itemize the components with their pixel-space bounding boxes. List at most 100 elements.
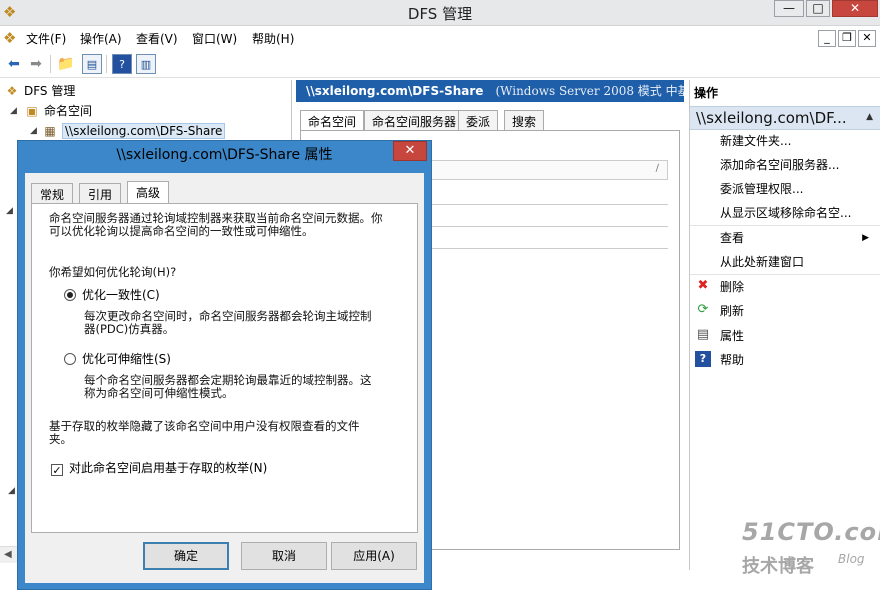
action-new-folder[interactable]: 新建文件夹... (690, 130, 880, 154)
tree-item-dfs-root[interactable]: ❖ DFS 管理 (4, 82, 76, 100)
tab-general[interactable]: 常规 (31, 183, 74, 203)
optimize-consistency-radio[interactable]: 优化一致性(C) (64, 287, 160, 303)
tab-search[interactable]: 搜索 (504, 110, 545, 131)
toolbar-separator (106, 55, 107, 73)
expand-triangle-icon[interactable]: ◢ (30, 126, 37, 136)
forward-arrow-icon[interactable]: ➡ (26, 54, 46, 74)
action-view[interactable]: 查看 ▶ (690, 227, 880, 251)
title-bar: ❖ DFS 管理 — □ ✕ (0, 0, 880, 26)
action-properties[interactable]: ▤ 属性 (690, 325, 880, 349)
action-label: 查看 (720, 231, 745, 245)
action-delete[interactable]: ✖ 删除 (690, 276, 880, 300)
window-title: DFS 管理 (407, 5, 473, 23)
submenu-arrow-icon: ▶ (862, 233, 869, 243)
up-folder-icon[interactable]: 📁 (56, 54, 76, 74)
list-row-divider (424, 248, 668, 249)
help-icon[interactable]: ? (112, 54, 132, 74)
action-remove-from-display[interactable]: 从显示区域移除命名空... (690, 202, 880, 226)
polling-question: 你希望如何优化轮询(H)? (49, 265, 177, 279)
action-add-namespace-server[interactable]: 添加命名空间服务器... (690, 154, 880, 178)
dialog-close-button[interactable]: ✕ (393, 141, 427, 161)
menu-action[interactable]: 操作(A) (80, 30, 122, 47)
action-label: 添加命名空间服务器... (720, 158, 840, 172)
mdi-restore-button[interactable]: ❐ (838, 30, 856, 47)
tab-advanced[interactable]: 高级 (127, 181, 170, 205)
cancel-button[interactable]: 取消 (241, 542, 327, 570)
action-refresh[interactable]: ⟳ 刷新 (690, 300, 880, 324)
tab-namespace[interactable]: 命名空间 (300, 110, 365, 132)
watermark-blog: Blog (838, 552, 865, 566)
help-icon: ? (695, 351, 711, 367)
toolbar: ⬅ ➡ 📁 ▤ ? ▥ (0, 51, 880, 78)
expand-triangle-icon[interactable]: ◢ (6, 206, 13, 216)
action-label: 删除 (720, 280, 745, 294)
checkmark-icon: ✓ (52, 464, 62, 477)
namespace-icon: ▦ (44, 124, 56, 138)
actions-section-label: \\sxleilong.com\DF... (696, 109, 846, 127)
enable-abe-checkbox[interactable]: ✓ 对此命名空间启用基于存取的枚举(N) (51, 460, 267, 476)
tree-item-dfs-share[interactable]: ▦ \\sxleilong.com\DFS-Share (42, 122, 226, 140)
radio-selected[interactable] (64, 289, 76, 301)
apply-button[interactable]: 应用(A) (331, 542, 417, 570)
center-header: \\sxleilong.com\DFS-Share (Windows Server… (296, 80, 684, 102)
option1-description-line2: 器(PDC)仿真器。 (84, 322, 175, 336)
tab-delegation[interactable]: 委派 (458, 110, 499, 131)
close-button[interactable]: ✕ (832, 0, 878, 17)
watermark-logo: 51CTO.com 技术博客 Blog (738, 518, 880, 578)
expand-triangle-icon[interactable]: ◢ (10, 106, 17, 116)
menu-help[interactable]: 帮助(H) (252, 30, 294, 47)
list-row-divider (424, 204, 668, 205)
list-column-header[interactable]: ∕ (424, 160, 668, 180)
refresh-icon: ⟳ (697, 302, 709, 317)
radio-unselected[interactable] (64, 353, 76, 365)
actions-section-header[interactable]: \\sxleilong.com\DF... ▲ (690, 106, 880, 130)
intro-text-line2: 可以优化轮询以提高命名空间的一致性或可伸缩性。 (49, 224, 314, 238)
ok-button[interactable]: 确定 (143, 542, 229, 570)
show-hide-action-pane-icon[interactable]: ▥ (136, 54, 156, 74)
collapse-up-icon[interactable]: ▲ (866, 112, 873, 122)
tree-item-label: DFS 管理 (24, 84, 76, 98)
checkbox-box[interactable]: ✓ (51, 464, 63, 476)
tree-item-label: 命名空间 (44, 104, 93, 118)
menu-window[interactable]: 窗口(W) (192, 30, 237, 47)
scroll-left-icon[interactable]: ◀ (4, 549, 12, 560)
delete-icon: ✖ (697, 278, 709, 293)
checkbox-label: 对此命名空间启用基于存取的枚举(N) (69, 461, 268, 475)
dialog-client: 常规 引用 高级 命名空间服务器通过轮询域控制器来获取当前命名空间元数据。你 可… (25, 173, 424, 583)
sort-chevron-icon: ∕ (655, 163, 659, 174)
expand-triangle-icon[interactable]: ◢ (8, 486, 15, 496)
menu-file[interactable]: 文件(F) (26, 30, 66, 47)
actions-pane: 操作 \\sxleilong.com\DF... ▲ 新建文件夹... 添加命名… (689, 80, 880, 570)
tab-referrals[interactable]: 引用 (79, 183, 122, 203)
optimize-scalability-radio[interactable]: 优化可伸缩性(S) (64, 351, 171, 367)
action-help[interactable]: ? 帮助 (690, 349, 880, 373)
dfs-icon: ❖ (6, 84, 18, 98)
show-hide-tree-icon[interactable]: ▤ (82, 54, 102, 74)
mdi-close-button[interactable]: ✕ (858, 30, 876, 47)
namespace-path: \\sxleilong.com\DFS-Share (306, 84, 484, 98)
properties-dialog: \\sxleilong.com\DFS-Share 属性 ✕ 常规 引用 高级 … (17, 140, 432, 590)
tree-item-namespaces[interactable]: ▣ 命名空间 (24, 102, 92, 120)
radio-label: 优化可伸缩性(S) (82, 352, 171, 366)
menu-view[interactable]: 查看(V) (136, 30, 178, 47)
abe-description-line1: 基于存取的枚举隐藏了该命名空间中用户没有权限查看的文件 (49, 419, 360, 433)
radio-label: 优化一致性(C) (82, 288, 160, 302)
dialog-title: \\sxleilong.com\DFS-Share 属性 (116, 147, 333, 163)
advanced-panel: 命名空间服务器通过轮询域控制器来获取当前命名空间元数据。你 可以优化轮询以提高命… (31, 203, 418, 533)
mdi-minimize-button[interactable]: _ (818, 30, 836, 47)
action-label: 新建文件夹... (720, 134, 792, 148)
action-label: 属性 (720, 329, 745, 343)
tree-item-label: \\sxleilong.com\DFS-Share (62, 123, 226, 139)
back-arrow-icon[interactable]: ⬅ (4, 54, 24, 74)
tab-namespace-servers[interactable]: 命名空间服务器 (364, 110, 465, 131)
action-delegate-permissions[interactable]: 委派管理权限... (690, 178, 880, 202)
maximize-button[interactable]: □ (806, 0, 830, 17)
action-new-window[interactable]: 从此处新建窗口 (690, 251, 880, 275)
action-label: 委派管理权限... (720, 182, 804, 196)
actions-title: 操作 (694, 86, 719, 100)
minimize-button[interactable]: — (774, 0, 804, 17)
action-label: 从显示区域移除命名空... (720, 206, 852, 220)
watermark-brand: 51CTO.com (742, 518, 880, 546)
properties-icon: ▤ (696, 327, 710, 342)
action-label: 帮助 (720, 353, 745, 367)
